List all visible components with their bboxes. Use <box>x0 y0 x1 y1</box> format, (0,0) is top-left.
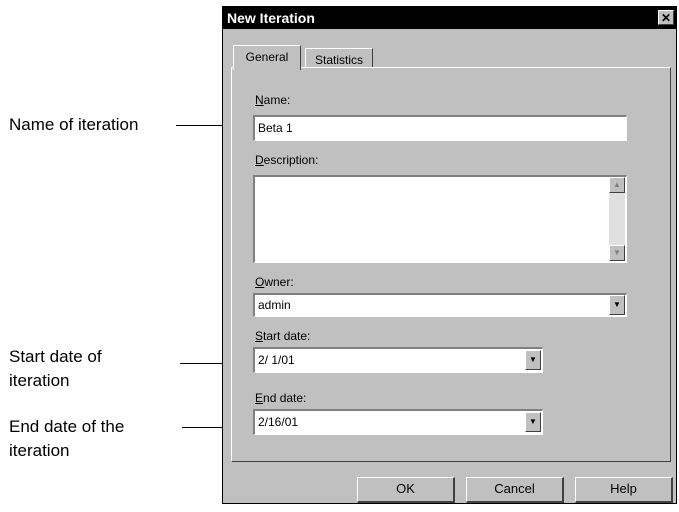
new-iteration-dialog: New Iteration ✕ General Statistics Name:… <box>222 6 677 504</box>
description-textarea[interactable] <box>253 175 627 263</box>
ok-button[interactable]: OK <box>357 477 455 503</box>
name-input[interactable]: Beta 1 <box>253 115 627 141</box>
close-icon: ✕ <box>660 11 672 25</box>
end-date-label-accelerator: E <box>255 391 264 405</box>
callout-end-line2: iteration <box>9 441 70 460</box>
chevron-down-icon: ▼ <box>529 355 537 364</box>
description-label-text: escription: <box>263 153 319 167</box>
owner-dropdown-button[interactable]: ▼ <box>609 295 625 315</box>
tab-statistics-label: Statistics <box>314 53 363 67</box>
start-date-label-text: tart date: <box>263 329 311 343</box>
callout-start-line2: iteration <box>9 371 70 390</box>
title-bar[interactable]: New Iteration ✕ <box>223 7 676 29</box>
chevron-down-icon: ▼ <box>529 417 537 426</box>
name-label-text: ame: <box>263 93 291 107</box>
start-date-label-accelerator: S <box>255 329 264 343</box>
description-label: Description: <box>255 153 318 167</box>
tab-general-label: General <box>245 50 289 64</box>
callout-start-line1: Start date of <box>9 347 102 366</box>
scroll-up-icon: ▲ <box>613 180 621 189</box>
end-date-label: End date: <box>255 391 306 405</box>
owner-label-text: wner: <box>264 275 294 289</box>
callout-end-line1: End date of the <box>9 417 125 436</box>
owner-select[interactable]: admin <box>253 293 627 317</box>
start-date-label: Start date: <box>255 329 310 343</box>
callout-name: Name of iteration <box>9 115 139 134</box>
end-date-label-text: nd date: <box>263 391 307 405</box>
name-label-accelerator: N <box>255 93 264 107</box>
cancel-button[interactable]: Cancel <box>466 477 564 503</box>
owner-label: Owner: <box>255 275 294 289</box>
start-date-dropdown-button[interactable]: ▼ <box>525 350 541 370</box>
start-date-picker[interactable]: 2/ 1/01 <box>253 347 543 373</box>
scroll-down-button[interactable]: ▼ <box>609 245 625 261</box>
chevron-down-icon: ▼ <box>613 300 621 309</box>
end-date-picker[interactable]: 2/16/01 <box>253 409 543 435</box>
scroll-down-icon: ▼ <box>613 248 621 257</box>
name-label: Name: <box>255 93 290 107</box>
help-button[interactable]: Help <box>575 477 673 503</box>
tab-general[interactable]: General <box>233 45 301 70</box>
dialog-title: New Iteration <box>227 10 315 26</box>
description-scrollbar[interactable]: ▲ ▼ <box>609 177 625 261</box>
scroll-up-button[interactable]: ▲ <box>609 177 625 193</box>
description-label-accelerator: D <box>255 153 264 167</box>
end-date-dropdown-button[interactable]: ▼ <box>525 412 541 432</box>
owner-label-accelerator: O <box>255 275 265 289</box>
close-button[interactable]: ✕ <box>658 10 674 25</box>
